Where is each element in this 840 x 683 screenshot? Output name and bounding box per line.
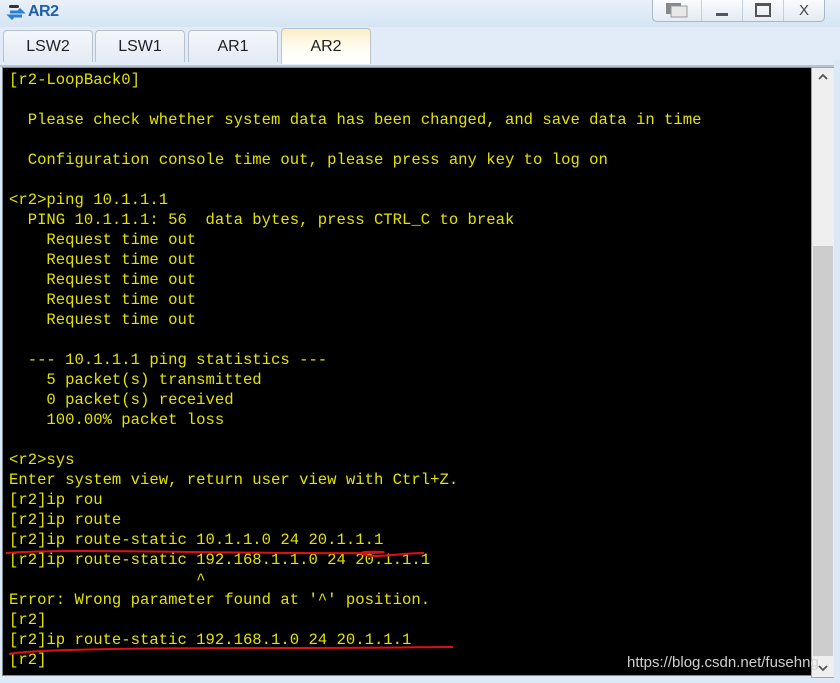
terminal-line: Enter system view, return user view with…: [9, 471, 459, 489]
terminal-line: <r2>ping 10.1.1.1: [9, 191, 169, 209]
terminal-line: <r2>sys: [9, 451, 75, 469]
watermark-text: https://blog.csdn.net/fusehng: [627, 654, 819, 671]
window-controls: X: [652, 0, 825, 22]
terminal-line: 0 packet(s) received: [9, 391, 234, 409]
terminal-line: [r2]: [9, 651, 47, 669]
tab-lsw2[interactable]: LSW2: [3, 30, 93, 62]
maximize-icon: [755, 3, 771, 17]
vertical-scrollbar[interactable]: [811, 67, 835, 678]
terminal-line: 5 packet(s) transmitted: [9, 371, 262, 389]
terminal-output: [r2-LoopBack0] Please check whether syst…: [9, 70, 701, 670]
scroll-up-button[interactable]: [812, 68, 834, 86]
terminal-line: Please check whether system data has bee…: [9, 111, 702, 129]
tab-ar2[interactable]: AR2: [281, 28, 371, 64]
terminal-line: Request time out: [9, 291, 197, 309]
window-title: AR2: [28, 3, 59, 20]
minimize-button[interactable]: [701, 0, 742, 21]
terminal-line: Request time out: [9, 271, 197, 289]
terminal-line: ^: [9, 571, 206, 589]
tab-label: LSW1: [118, 37, 162, 55]
terminal-line: --- 10.1.1.1 ping statistics ---: [9, 351, 328, 369]
minimize-icon: [716, 12, 728, 16]
terminal-line: Configuration console time out, please p…: [9, 151, 608, 169]
switch-windows-button[interactable]: [653, 0, 701, 21]
maximize-button[interactable]: [742, 0, 783, 21]
title-bar: AR2 X: [0, 0, 840, 27]
terminal-line: [r2]ip route-static 192.168.1.0 24 20.1.…: [9, 631, 412, 649]
window-border: [834, 60, 840, 683]
tab-label: AR1: [217, 37, 249, 55]
router-network-icon: [6, 5, 26, 21]
switch-windows-icon: [666, 3, 688, 18]
terminal-line: Request time out: [9, 251, 197, 269]
chevron-down-icon: [818, 665, 828, 671]
terminal-line: [r2]: [9, 611, 47, 629]
terminal-line: [r2]ip route-static 192.168.1.1.0 24 20.…: [9, 551, 431, 569]
tab-label: AR2: [310, 37, 342, 55]
terminal-line: PING 10.1.1.1: 56 data bytes, press CTRL…: [9, 211, 515, 229]
terminal-line: Request time out: [9, 311, 197, 329]
close-icon: X: [798, 1, 809, 19]
close-button[interactable]: X: [783, 0, 824, 21]
terminal-line: 100.00% packet loss: [9, 411, 225, 429]
terminal-line: [r2]ip route-static 10.1.1.0 24 20.1.1.1: [9, 531, 384, 549]
terminal-console[interactable]: [r2-LoopBack0] Please check whether syst…: [2, 67, 812, 676]
terminal-line: Error: Wrong parameter found at '^' posi…: [9, 591, 431, 609]
terminal-line: [r2-LoopBack0]: [9, 71, 141, 89]
tab-lsw1[interactable]: LSW1: [95, 30, 185, 62]
scroll-thumb[interactable]: [813, 246, 833, 656]
chevron-up-icon: [818, 74, 828, 80]
tab-label: LSW2: [26, 37, 70, 55]
tab-ar1[interactable]: AR1: [188, 30, 278, 62]
device-tab-bar: LSW2 LSW1 AR1 AR2: [0, 27, 840, 67]
terminal-line: Request time out: [9, 231, 197, 249]
terminal-line: [r2]ip rou: [9, 491, 103, 509]
terminal-line: [r2]ip route: [9, 511, 122, 529]
